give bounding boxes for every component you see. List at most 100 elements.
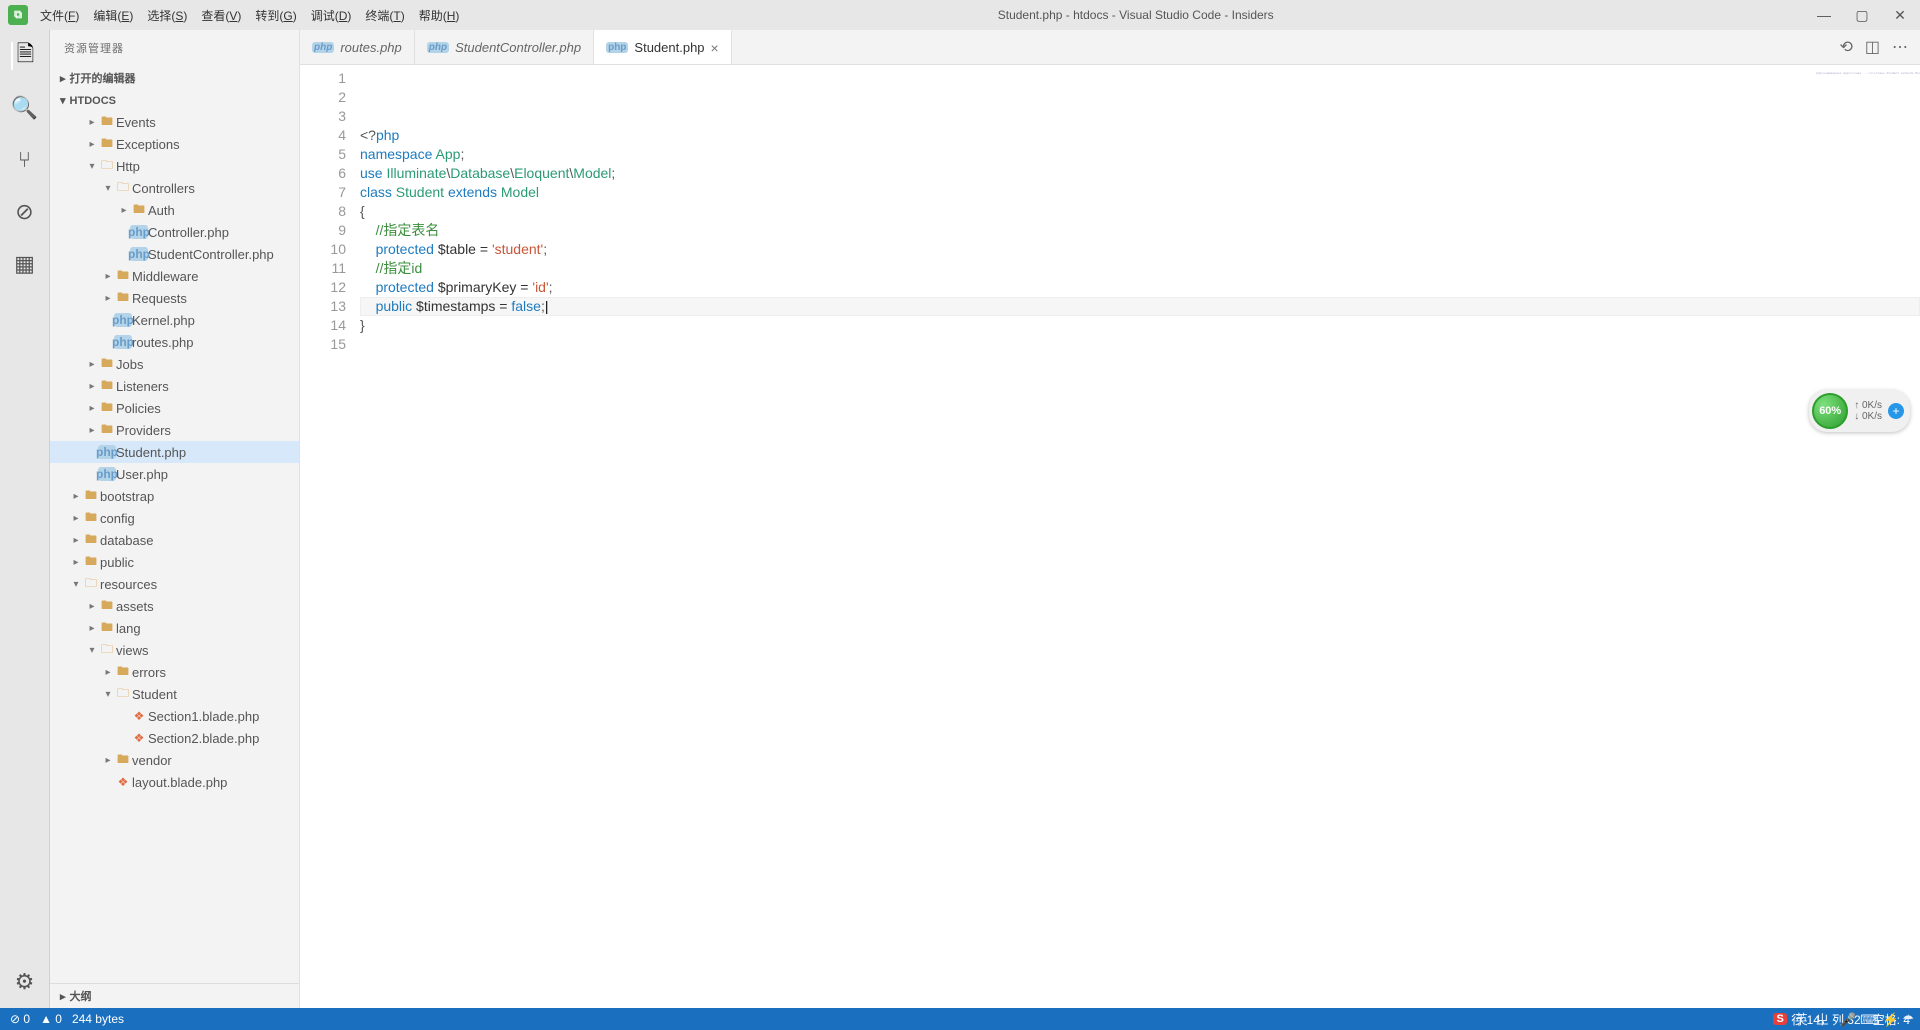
tree-item[interactable]: ▸🖿errors	[50, 661, 299, 683]
tree-item-label: routes.php	[132, 335, 193, 350]
menu-item[interactable]: 调试(D)	[311, 7, 352, 24]
tree-item[interactable]: phpController.php	[50, 221, 299, 243]
twisty-icon[interactable]: ▸	[118, 205, 130, 216]
editor-body[interactable]: 123456789101112131415 php\nnamespace App…	[300, 65, 1920, 1008]
php-file-icon: php	[130, 247, 148, 261]
tree-item[interactable]: ▸🖿bootstrap	[50, 485, 299, 507]
debug-icon[interactable]: ⊘	[11, 198, 39, 226]
twisty-icon[interactable]: ▾	[70, 579, 82, 590]
expand-widget-icon[interactable]: +	[1888, 403, 1904, 419]
settings-gear-icon[interactable]: ⚙	[11, 968, 39, 996]
source-control-icon[interactable]: ⑂	[11, 146, 39, 174]
search-icon[interactable]: 🔍	[11, 94, 39, 122]
ime-indicator-icon[interactable]: S	[1773, 1013, 1786, 1025]
tree-item-label: Section1.blade.php	[148, 709, 259, 724]
tree-item[interactable]: ▸🖿assets	[50, 595, 299, 617]
tree-item[interactable]: ▾🗀resources	[50, 573, 299, 595]
twisty-icon[interactable]: ▸	[70, 491, 82, 502]
php-file-icon: php	[114, 335, 132, 349]
twisty-icon[interactable]: ▸	[86, 381, 98, 392]
twisty-icon[interactable]: ▸	[86, 425, 98, 436]
menu-item[interactable]: 转到(G)	[255, 7, 296, 24]
editor-tab[interactable]: phpStudent.php×	[594, 30, 732, 64]
minimize-button[interactable]: —	[1812, 7, 1836, 24]
code-content[interactable]: php\nnamespace App\n\nuse ...\n\nclass S…	[360, 65, 1920, 1008]
twisty-icon[interactable]: ▸	[86, 117, 98, 128]
minimap[interactable]: php\nnamespace App\n\nuse ...\n\nclass S…	[1816, 71, 1906, 75]
tree-item[interactable]: ▸🖿config	[50, 507, 299, 529]
tree-item[interactable]: ▸🖿vendor	[50, 749, 299, 771]
compare-icon[interactable]: ⟲	[1839, 37, 1852, 57]
status-errors[interactable]: ⊘ 0	[10, 1012, 30, 1026]
editor-tab[interactable]: phproutes.php	[300, 30, 415, 64]
tree-item[interactable]: ▸🖿Events	[50, 111, 299, 133]
menu-item[interactable]: 查看(V)	[201, 7, 241, 24]
tray-extras[interactable]: ㄓ · 🎤 ⌨ ⚡ ☂	[1816, 1009, 1914, 1028]
tree-item[interactable]: ❖Section1.blade.php	[50, 705, 299, 727]
tree-item[interactable]: ▸🖿Providers	[50, 419, 299, 441]
twisty-icon[interactable]: ▸	[86, 359, 98, 370]
tree-item[interactable]: phpStudentController.php	[50, 243, 299, 265]
tree-item[interactable]: ▸🖿public	[50, 551, 299, 573]
tree-item[interactable]: ❖Section2.blade.php	[50, 727, 299, 749]
tree-item[interactable]: ▸🖿Policies	[50, 397, 299, 419]
twisty-icon[interactable]: ▸	[70, 535, 82, 546]
twisty-icon[interactable]: ▸	[102, 755, 114, 766]
window-controls: — ▢ ✕	[1812, 7, 1912, 24]
tree-item[interactable]: phproutes.php	[50, 331, 299, 353]
twisty-icon[interactable]: ▸	[86, 623, 98, 634]
tab-close-icon[interactable]: ×	[711, 40, 719, 56]
twisty-icon[interactable]: ▸	[86, 601, 98, 612]
menu-item[interactable]: 终端(T)	[365, 7, 404, 24]
status-warnings[interactable]: ▲ 0	[40, 1012, 62, 1026]
twisty-icon[interactable]: ▾	[102, 689, 114, 700]
tree-item[interactable]: ▸🖿Jobs	[50, 353, 299, 375]
twisty-icon[interactable]: ▸	[86, 403, 98, 414]
tree-item[interactable]: ▸🖿lang	[50, 617, 299, 639]
folder-icon: 🖿	[82, 486, 100, 507]
twisty-icon[interactable]: ▸	[102, 271, 114, 282]
tree-item[interactable]: ▾🗀views	[50, 639, 299, 661]
menu-item[interactable]: 文件(F)	[40, 7, 79, 24]
twisty-icon[interactable]: ▾	[86, 161, 98, 172]
more-actions-icon[interactable]: ⋯	[1892, 37, 1908, 57]
menu-item[interactable]: 编辑(E)	[93, 7, 133, 24]
ime-lang[interactable]: 英	[1795, 1009, 1808, 1028]
project-root[interactable]: ▾HTDOCS	[50, 90, 299, 111]
twisty-icon[interactable]: ▸	[70, 557, 82, 568]
open-editors-section[interactable]: ▸打开的编辑器	[50, 66, 299, 90]
tree-item[interactable]: ▾🗀Student	[50, 683, 299, 705]
menu-item[interactable]: 帮助(H)	[419, 7, 460, 24]
twisty-icon[interactable]: ▸	[70, 513, 82, 524]
split-editor-icon[interactable]: ◫	[1865, 37, 1880, 57]
explorer-icon[interactable]: 🗎	[11, 42, 39, 70]
twisty-icon[interactable]: ▸	[102, 667, 114, 678]
tree-item[interactable]: ▸🖿database	[50, 529, 299, 551]
file-tree[interactable]: ▸🖿Events▸🖿Exceptions▾🗀Http▾🗀Controllers▸…	[50, 111, 299, 983]
extensions-icon[interactable]: ▦	[11, 250, 39, 278]
tree-item[interactable]: ▸🖿Exceptions	[50, 133, 299, 155]
tree-item[interactable]: ▸🖿Middleware	[50, 265, 299, 287]
tree-item[interactable]: phpKernel.php	[50, 309, 299, 331]
twisty-icon[interactable]: ▸	[86, 139, 98, 150]
tree-item[interactable]: ▾🗀Controllers	[50, 177, 299, 199]
editor-actions: ⟲ ◫ ⋯	[1827, 30, 1920, 64]
outline-section[interactable]: ▸大纲	[50, 983, 299, 1008]
tree-item[interactable]: phpUser.php	[50, 463, 299, 485]
network-monitor-widget[interactable]: 60% ↑ 0K/s ↓ 0K/s +	[1809, 390, 1910, 432]
tree-item[interactable]: phpStudent.php	[50, 441, 299, 463]
twisty-icon[interactable]: ▾	[86, 645, 98, 656]
tree-item-label: Middleware	[132, 269, 198, 284]
close-button[interactable]: ✕	[1888, 7, 1912, 24]
editor-tab[interactable]: phpStudentController.php	[415, 30, 594, 64]
tree-item[interactable]: ▾🗀Http	[50, 155, 299, 177]
twisty-icon[interactable]: ▸	[102, 293, 114, 304]
tree-item[interactable]: ❖layout.blade.php	[50, 771, 299, 793]
maximize-button[interactable]: ▢	[1850, 7, 1874, 24]
tree-item-label: database	[100, 533, 154, 548]
menu-item[interactable]: 选择(S)	[147, 7, 187, 24]
twisty-icon[interactable]: ▾	[102, 183, 114, 194]
tree-item[interactable]: ▸🖿Auth	[50, 199, 299, 221]
tree-item[interactable]: ▸🖿Listeners	[50, 375, 299, 397]
tree-item[interactable]: ▸🖿Requests	[50, 287, 299, 309]
